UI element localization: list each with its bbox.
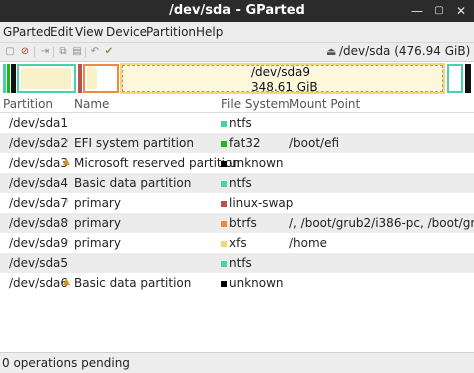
menu-partition[interactable]: Partition (146, 25, 196, 39)
column-header-partition[interactable]: Partition (3, 97, 53, 111)
partition-row[interactable]: /dev/sda2 ⚬ EFI system partition fat32 /… (0, 133, 474, 153)
menu-bar: GParted Edit View Device Partition Help (0, 22, 474, 43)
partition-path: /dev/sda6 (9, 276, 69, 290)
key-icon: ⚬ (63, 137, 71, 147)
partition-filesystem: ntfs (229, 116, 252, 130)
disk-segment-sda5[interactable] (447, 64, 463, 93)
partition-row[interactable]: /dev/sda8 ⚬ primary btrfs /, /boot/grub2… (0, 213, 474, 233)
partition-filesystem: fat32 (229, 136, 261, 150)
partition-path: /dev/sda5 (9, 256, 69, 270)
partition-filesystem: xfs (229, 236, 247, 250)
partition-path: /dev/sda7 (9, 196, 69, 210)
resize-icon[interactable]: ⇥ (39, 46, 51, 58)
new-icon[interactable]: ▢ (4, 46, 16, 58)
apply-icon[interactable]: ✔ (103, 46, 115, 58)
filesystem-color-swatch (221, 141, 227, 147)
disk-segment-sda4[interactable] (17, 64, 76, 93)
menu-device[interactable]: Device (106, 25, 147, 39)
partition-name: primary (74, 196, 121, 210)
key-icon: ⚬ (63, 217, 71, 227)
menu-edit[interactable]: Edit (50, 25, 73, 39)
partition-name: primary (74, 236, 121, 250)
partition-row[interactable]: /dev/sda9 ⚬ primary xfs /home (0, 233, 474, 253)
column-header-name[interactable]: Name (74, 97, 109, 111)
partition-row[interactable]: /dev/sda3 ▲ Microsoft reserved partition… (0, 153, 474, 173)
filesystem-color-swatch (221, 181, 227, 187)
window-title: /dev/sda - GParted (169, 3, 305, 18)
partition-path: /dev/sda8 (9, 216, 69, 230)
partition-list: /dev/sda1 ntfs /dev/sda2 ⚬ EFI system pa… (0, 113, 474, 341)
partition-path: /dev/sda2 (9, 136, 69, 150)
partition-mountpoint: /, /boot/grub2/i386-pc, /boot/grub2 (289, 216, 474, 230)
delete-icon[interactable]: ⊘ (19, 46, 31, 58)
disk-segment-sda3[interactable] (11, 64, 16, 93)
key-icon: ⚬ (63, 197, 71, 207)
disk-segment-sda8[interactable] (83, 64, 119, 93)
partition-filesystem: ntfs (229, 256, 252, 270)
partition-name: Microsoft reserved partition (74, 156, 240, 170)
filesystem-color-swatch (221, 121, 227, 127)
device-selector[interactable]: ⏏ /dev/sda (476.94 GiB) (322, 43, 472, 61)
partition-mountpoint: /boot/efi (289, 136, 340, 150)
maximize-icon[interactable]: ▢ (431, 3, 447, 19)
disk-icon: ⏏ (326, 45, 337, 58)
partition-filesystem: btrfs (229, 216, 257, 230)
filesystem-color-swatch (221, 241, 227, 247)
partition-name: Basic data partition (74, 176, 192, 190)
toolbar-separator (53, 47, 54, 57)
filesystem-color-swatch (221, 161, 227, 167)
status-bar: 0 operations pending (0, 352, 474, 373)
paste-icon[interactable]: ▤ (71, 46, 83, 58)
filesystem-color-swatch (221, 261, 227, 267)
filesystem-color-swatch (221, 221, 227, 227)
partition-name: primary (74, 216, 121, 230)
column-header-filesystem[interactable]: File System (221, 97, 290, 111)
partition-row[interactable]: /dev/sda7 ⚬ primary linux-swap (0, 193, 474, 213)
minimize-icon[interactable]: — (409, 3, 425, 19)
filesystem-color-swatch (221, 201, 227, 207)
partition-path: /dev/sda3 (9, 156, 69, 170)
disk-segment-sda2[interactable] (7, 64, 10, 93)
filesystem-color-swatch (221, 281, 227, 287)
column-header-row: Partition Name File System Mount Point (0, 96, 474, 113)
partition-row[interactable]: /dev/sda5 ntfs (0, 253, 474, 273)
partition-filesystem: unknown (229, 276, 284, 290)
disk-segment-sda7[interactable] (78, 64, 82, 93)
partition-filesystem: unknown (229, 156, 284, 170)
device-selector-value: /dev/sda (476.94 GiB) (339, 44, 471, 58)
column-header-mountpoint[interactable]: Mount Point (289, 97, 360, 111)
pending-operations-status: 0 operations pending (2, 356, 130, 370)
toolbar-separator (85, 47, 86, 57)
partition-name: Basic data partition (74, 276, 192, 290)
disk-segment-sda6[interactable] (465, 64, 471, 93)
partition-path: /dev/sda9 (9, 236, 69, 250)
selected-partition-size: 348.61 GiB (251, 80, 318, 94)
copy-icon[interactable]: ⧉ (57, 46, 69, 58)
partition-row[interactable]: /dev/sda1 ntfs (0, 113, 474, 133)
partition-filesystem: ntfs (229, 176, 252, 190)
partition-path: /dev/sda4 (9, 176, 69, 190)
warning-icon: ▲ (63, 157, 70, 167)
partition-filesystem: linux-swap (229, 196, 294, 210)
partition-row[interactable]: /dev/sda6 ▲ Basic data partition unknown (0, 273, 474, 293)
selected-partition-name: /dev/sda9 (251, 65, 311, 79)
partition-row[interactable]: /dev/sda4 Basic data partition ntfs (0, 173, 474, 193)
warning-icon: ▲ (63, 277, 70, 287)
partition-name: EFI system partition (74, 136, 194, 150)
toolbar-separator (34, 47, 35, 57)
menu-help[interactable]: Help (196, 25, 223, 39)
disk-segment-sda1[interactable] (3, 64, 6, 93)
key-icon: ⚬ (63, 237, 71, 247)
partition-path: /dev/sda1 (9, 116, 69, 130)
disk-map: /dev/sda9 348.61 GiB (0, 62, 474, 96)
close-icon[interactable]: ✕ (453, 3, 469, 19)
partition-mountpoint: /home (289, 236, 328, 250)
undo-icon[interactable]: ↶ (89, 46, 101, 58)
menu-view[interactable]: View (75, 25, 103, 39)
menu-gparted[interactable]: GParted (3, 25, 51, 39)
title-bar: /dev/sda - GParted — ▢ ✕ (0, 0, 474, 22)
